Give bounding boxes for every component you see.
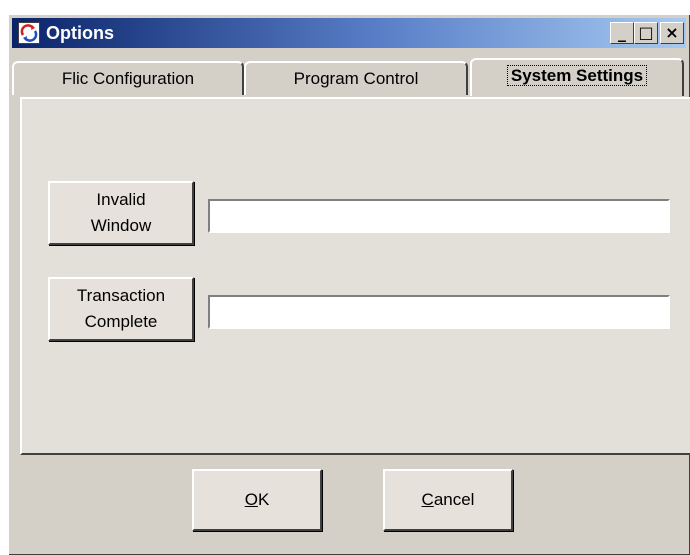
tab-flic-configuration[interactable]: Flic Configuration	[12, 61, 244, 95]
tab-system-settings[interactable]: System Settings	[470, 58, 684, 96]
cancel-label-rest: ancel	[433, 490, 475, 509]
cancel-mnemonic: C	[421, 490, 434, 509]
window-title: Options	[46, 23, 114, 43]
options-window: Options _ □ × Flic Configuration Program…	[8, 14, 690, 555]
cancel-button[interactable]: Cancel	[383, 469, 513, 531]
ok-mnemonic: O	[244, 490, 258, 509]
tab-label: Flic Configuration	[61, 69, 195, 88]
transaction-complete-field[interactable]	[208, 295, 670, 329]
tab-label: System Settings	[506, 65, 648, 86]
title-bar[interactable]: Options _ □ ×	[12, 18, 686, 48]
ok-label-rest: K	[257, 490, 270, 509]
invalid-window-label: Invalid Window	[90, 190, 152, 235]
minimize-icon: _	[618, 23, 626, 42]
ok-button[interactable]: OK	[192, 469, 322, 531]
invalid-window-field[interactable]	[208, 199, 670, 233]
close-button[interactable]: ×	[660, 22, 684, 44]
app-icon	[18, 22, 40, 44]
invalid-window-button[interactable]: Invalid Window	[48, 181, 194, 245]
cancel-label: Cancel	[422, 490, 475, 510]
minimize-button[interactable]: _	[610, 22, 634, 44]
system-settings-panel: Invalid Window Transaction Complete	[20, 97, 690, 455]
transaction-complete-label: Transaction Complete	[76, 286, 166, 331]
maximize-icon: □	[638, 23, 654, 42]
close-icon: ×	[665, 23, 679, 42]
tab-program-control[interactable]: Program Control	[244, 61, 468, 95]
maximize-button[interactable]: □	[634, 22, 658, 44]
ok-label: OK	[245, 490, 270, 510]
tab-label: Program Control	[293, 69, 419, 88]
transaction-complete-button[interactable]: Transaction Complete	[48, 277, 194, 341]
